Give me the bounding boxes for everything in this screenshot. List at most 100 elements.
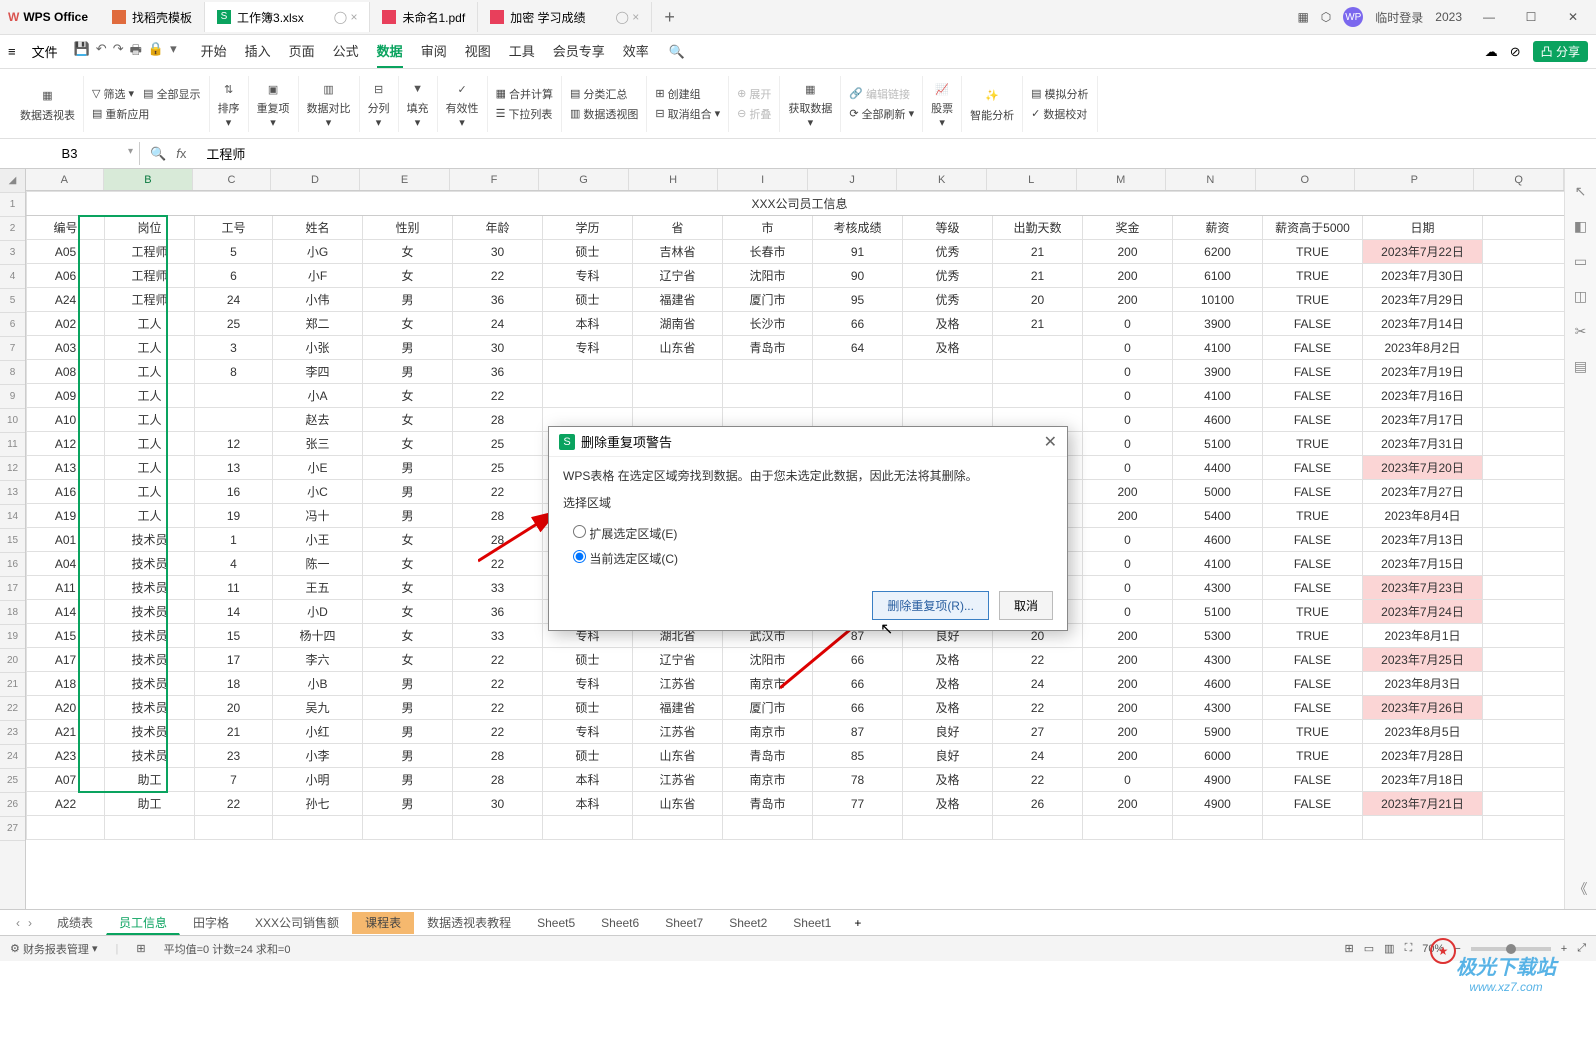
row-head-23[interactable]: 23 (0, 721, 25, 745)
cell[interactable]: 2023年7月16日 (1363, 384, 1483, 408)
cell[interactable]: TRUE (1263, 240, 1363, 264)
cell[interactable]: 技术员 (105, 552, 195, 576)
cell[interactable]: 技术员 (105, 600, 195, 624)
ribbon-dropdown[interactable]: ☰ 下拉列表 (496, 106, 553, 122)
cell[interactable]: 200 (1083, 288, 1173, 312)
cell[interactable]: 2023年7月25日 (1363, 648, 1483, 672)
cell[interactable]: FALSE (1263, 672, 1363, 696)
row-head-24[interactable]: 24 (0, 745, 25, 769)
row-head-8[interactable]: 8 (0, 361, 25, 385)
cell[interactable]: 女 (363, 552, 453, 576)
hamburger-icon[interactable]: ≡ (8, 44, 16, 59)
cell[interactable]: 36 (453, 600, 543, 624)
cell[interactable]: 33 (453, 624, 543, 648)
cell[interactable]: 江苏省 (633, 672, 723, 696)
cell[interactable]: 南京市 (723, 720, 813, 744)
cell[interactable]: 5100 (1173, 432, 1263, 456)
cell[interactable]: 25 (453, 432, 543, 456)
sheet-tab-Sheet1[interactable]: Sheet1 (780, 912, 844, 934)
cell[interactable]: 6100 (1173, 264, 1263, 288)
row-head-15[interactable]: 15 (0, 529, 25, 553)
cell[interactable]: 女 (363, 576, 453, 600)
cell[interactable]: 2023年7月13日 (1363, 528, 1483, 552)
cell[interactable]: 工人 (105, 384, 195, 408)
cell[interactable]: 小E (273, 456, 363, 480)
cloud-icon[interactable]: ☁ (1485, 44, 1498, 60)
zoom-in-button[interactable]: + (1561, 943, 1567, 955)
cell[interactable]: 5300 (1173, 624, 1263, 648)
cell[interactable] (993, 384, 1083, 408)
menu-tab-审阅[interactable]: 审阅 (421, 35, 447, 68)
col-head-F[interactable]: F (450, 169, 540, 190)
ribbon-compare[interactable]: ▥数据对比▾ (299, 76, 360, 132)
cell[interactable]: 及格 (903, 336, 993, 360)
cell[interactable]: 22 (453, 720, 543, 744)
menu-tab-视图[interactable]: 视图 (465, 35, 491, 68)
cell[interactable]: 15 (195, 624, 273, 648)
cell[interactable]: 33 (453, 576, 543, 600)
cell[interactable]: 2023年7月23日 (1363, 576, 1483, 600)
cell[interactable]: 36 (453, 360, 543, 384)
cell[interactable]: 4600 (1173, 528, 1263, 552)
cell[interactable]: 2023年7月31日 (1363, 432, 1483, 456)
menu-tab-公式[interactable]: 公式 (333, 35, 359, 68)
cell[interactable]: 江苏省 (633, 720, 723, 744)
cell[interactable]: 200 (1083, 240, 1173, 264)
cell[interactable] (723, 384, 813, 408)
cell[interactable]: 及格 (903, 696, 993, 720)
sheet-tab-Sheet2[interactable]: Sheet2 (716, 912, 780, 934)
radio-expand[interactable]: 扩展选定区域(E) (563, 521, 1053, 546)
cell[interactable]: 21 (993, 312, 1083, 336)
menu-tab-数据[interactable]: 数据 (377, 35, 403, 68)
cell[interactable]: 专科 (543, 672, 633, 696)
cell[interactable]: 24 (195, 288, 273, 312)
cell[interactable]: 技术员 (105, 576, 195, 600)
cell[interactable]: 20 (195, 696, 273, 720)
cell[interactable]: 优秀 (903, 288, 993, 312)
cell[interactable]: 22 (453, 264, 543, 288)
cell[interactable]: 24 (453, 312, 543, 336)
cell[interactable] (993, 336, 1083, 360)
cell[interactable]: 硕士 (543, 696, 633, 720)
cell[interactable]: 6000 (1173, 744, 1263, 768)
cell[interactable]: 辽宁省 (633, 264, 723, 288)
row-head-4[interactable]: 4 (0, 265, 25, 289)
cell[interactable]: 0 (1083, 336, 1173, 360)
cell[interactable] (633, 384, 723, 408)
cell[interactable]: 4400 (1173, 456, 1263, 480)
fx-icon[interactable]: fx (176, 146, 186, 161)
cell[interactable]: 22 (993, 696, 1083, 720)
cell[interactable]: 男 (363, 288, 453, 312)
cell[interactable] (723, 360, 813, 384)
cell[interactable]: 4100 (1173, 552, 1263, 576)
cell[interactable]: 200 (1083, 624, 1173, 648)
col-head-E[interactable]: E (360, 169, 450, 190)
sheet-tab-Sheet7[interactable]: Sheet7 (652, 912, 716, 934)
name-box[interactable]: B3 (0, 142, 140, 165)
cell[interactable]: 18 (195, 672, 273, 696)
cell[interactable]: 4600 (1173, 408, 1263, 432)
col-head-H[interactable]: H (629, 169, 719, 190)
cell[interactable]: A02 (27, 312, 105, 336)
cell[interactable]: FALSE (1263, 552, 1363, 576)
expand-icon[interactable]: ⤢ (1577, 942, 1586, 955)
cell[interactable]: 福建省 (633, 288, 723, 312)
cell[interactable]: 孙七 (273, 792, 363, 816)
cell[interactable]: 本科 (543, 768, 633, 792)
cell[interactable]: 女 (363, 312, 453, 336)
cell[interactable]: A21 (27, 720, 105, 744)
view-page-icon[interactable]: ▭ (1364, 942, 1374, 955)
status-left[interactable]: 财务报表管理 (23, 941, 89, 957)
cell[interactable]: FALSE (1263, 336, 1363, 360)
row-head-10[interactable]: 10 (0, 409, 25, 433)
cell[interactable]: 5 (195, 240, 273, 264)
tab-workbook[interactable]: S工作簿3.xlsx◯ × (205, 2, 370, 32)
cell[interactable]: A09 (27, 384, 105, 408)
cell[interactable]: 小G (273, 240, 363, 264)
col-head-G[interactable]: G (539, 169, 629, 190)
cell[interactable]: 2023年7月29日 (1363, 288, 1483, 312)
style-icon[interactable]: ◧ (1574, 218, 1587, 235)
cell[interactable]: 4300 (1173, 648, 1263, 672)
cell[interactable] (903, 384, 993, 408)
formula-input[interactable]: 工程师 (196, 144, 245, 163)
